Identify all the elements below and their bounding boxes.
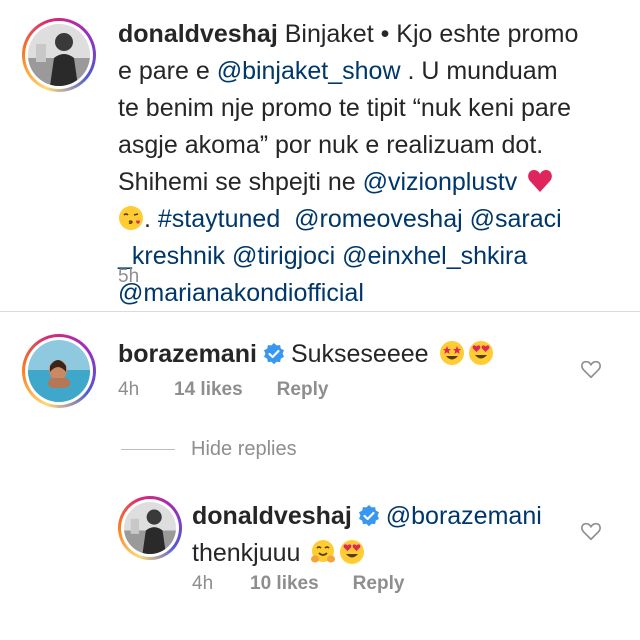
caption-text: Shihemi se shpejti ne [118, 168, 363, 196]
caption-text: te benim nje promo te tipit “nuk keni pa… [118, 94, 572, 122]
verified-badge-icon [263, 343, 284, 365]
caption-username[interactable]: donaldveshaj [118, 20, 278, 48]
like-heart-icon[interactable] [580, 520, 602, 542]
reply-body: donaldveshaj @borazemani thenkjuuu [192, 498, 612, 572]
hide-replies-toggle[interactable]: Hide replies [121, 438, 297, 461]
divider [0, 311, 640, 312]
reply-reply-button[interactable]: Reply [353, 573, 405, 595]
heart-eyes-emoji-icon [468, 341, 493, 365]
comment-body: borazemani Sukseseeee [118, 336, 494, 373]
mention-link[interactable]: @saraci [470, 205, 562, 233]
mention-link[interactable]: @binjaket_show [217, 57, 401, 85]
heart-eyes-emoji-icon [340, 540, 365, 564]
caption-timestamp: 5h [118, 266, 139, 288]
mention-link[interactable]: @marianakondiofficial [118, 279, 364, 307]
hide-replies-label[interactable]: Hide replies [191, 438, 297, 461]
comment-reply-button[interactable]: Reply [277, 379, 329, 401]
instagram-comments-page: donaldveshaj Binjaket • Kjo eshte promo … [0, 0, 640, 640]
hide-replies-line [121, 449, 175, 450]
reply-username[interactable]: donaldveshaj [192, 502, 352, 530]
post-caption: donaldveshaj Binjaket • Kjo eshte promo … [118, 16, 628, 312]
comment-time: 4h [118, 379, 140, 400]
avatar-photo-icon [28, 340, 90, 402]
red-heart-emoji-icon [528, 170, 553, 192]
mention-link[interactable]: @vizionplustv [363, 168, 518, 196]
hugging-face-emoji-icon [311, 540, 336, 563]
borazemani-avatar[interactable] [22, 334, 96, 408]
caption-text: . [144, 205, 158, 233]
mention-link[interactable]: @romeoveshaj [294, 205, 463, 233]
donaldveshaj-reply-avatar[interactable] [118, 496, 182, 560]
verified-badge-icon [358, 505, 379, 527]
comment-likes[interactable]: 14 likes [174, 379, 243, 401]
caption-time: 5h [118, 266, 140, 287]
donaldveshaj-avatar[interactable] [22, 18, 96, 92]
mention-link[interactable]: @einxhel_shkira [342, 242, 527, 270]
kissing-face-emoji-icon [119, 206, 143, 230]
reply-likes[interactable]: 10 likes [250, 573, 319, 595]
comment-meta: 4h 14 likes Reply [118, 379, 328, 401]
comment-text: Sukseseeee [290, 340, 429, 368]
mention-link[interactable]: @tirigjoci [232, 242, 335, 270]
avatar-photo-icon [124, 502, 176, 554]
caption-text: asgje akoma” por nuk e realizuam dot. [118, 131, 544, 159]
comment-username[interactable]: borazemani [118, 340, 257, 368]
caption-text: Binjaket • Kjo eshte promo [284, 20, 579, 48]
avatar-photo-icon [28, 24, 90, 86]
caption-text: . U munduam [400, 57, 558, 85]
star-struck-emoji-icon [439, 341, 464, 365]
like-heart-icon[interactable] [580, 358, 602, 380]
caption-text: e pare e [118, 57, 217, 85]
hashtag-link[interactable]: #staytuned [158, 205, 280, 233]
reply-text: thenkjuuu [192, 539, 301, 567]
reply-time: 4h [192, 573, 214, 594]
reply-mention[interactable]: @borazemani [386, 502, 542, 530]
reply-meta: 4h 10 likes Reply [192, 573, 404, 595]
